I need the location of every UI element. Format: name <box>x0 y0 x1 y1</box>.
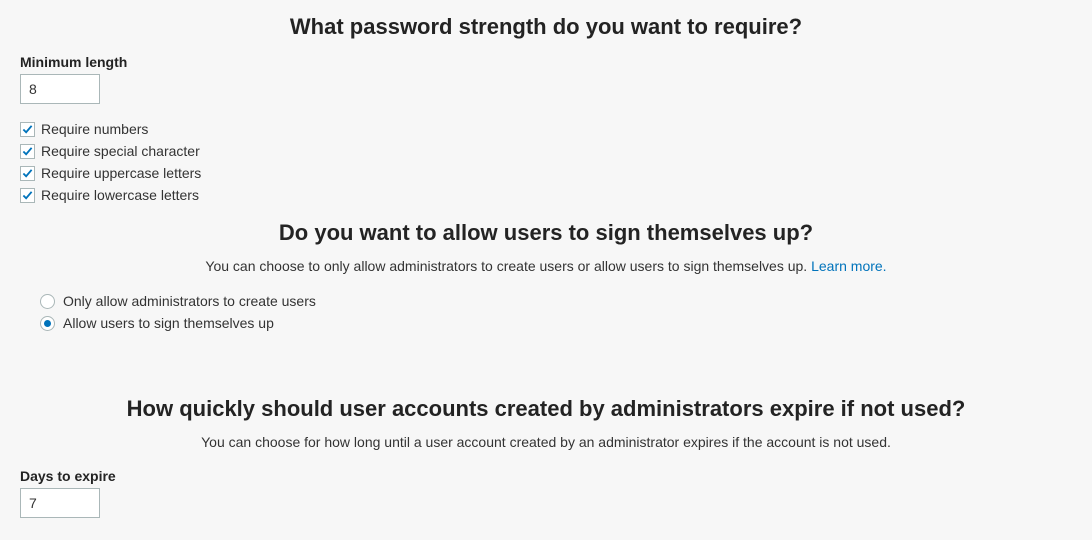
self-signup-row: Allow users to sign themselves up <box>40 312 1052 334</box>
check-icon <box>22 124 33 135</box>
signup-subtext: You can choose to only allow administrat… <box>0 256 1092 288</box>
require-special-label: Require special character <box>41 143 200 159</box>
require-lower-row: Require lowercase letters <box>20 184 1072 206</box>
self-signup-label: Allow users to sign themselves up <box>63 315 274 331</box>
check-icon <box>22 190 33 201</box>
require-numbers-checkbox[interactable] <box>20 122 35 137</box>
days-to-expire-input[interactable] <box>20 488 100 518</box>
require-upper-row: Require uppercase letters <box>20 162 1072 184</box>
signup-heading: Do you want to allow users to sign thems… <box>0 216 1092 256</box>
minimum-length-group: Minimum length <box>0 50 1092 114</box>
admin-only-label: Only allow administrators to create user… <box>63 293 316 309</box>
expire-subtext: You can choose for how long until a user… <box>0 432 1092 464</box>
minimum-length-input[interactable] <box>20 74 100 104</box>
password-strength-heading: What password strength do you want to re… <box>0 0 1092 50</box>
check-icon <box>22 168 33 179</box>
require-numbers-label: Require numbers <box>41 121 148 137</box>
require-special-row: Require special character <box>20 140 1072 162</box>
signup-subtext-body: You can choose to only allow administrat… <box>205 258 811 274</box>
admin-only-row: Only allow administrators to create user… <box>40 290 1052 312</box>
expire-heading: How quickly should user accounts created… <box>0 382 1092 432</box>
password-requirements-list: Require numbers Require special characte… <box>0 114 1092 216</box>
learn-more-link[interactable]: Learn more. <box>811 258 886 274</box>
require-upper-label: Require uppercase letters <box>41 165 201 181</box>
require-lower-label: Require lowercase letters <box>41 187 199 203</box>
days-to-expire-group: Days to expire <box>0 464 1092 528</box>
require-upper-checkbox[interactable] <box>20 166 35 181</box>
require-lower-checkbox[interactable] <box>20 188 35 203</box>
check-icon <box>22 146 33 157</box>
require-numbers-row: Require numbers <box>20 118 1072 140</box>
minimum-length-label: Minimum length <box>20 54 1072 70</box>
admin-only-radio[interactable] <box>40 294 55 309</box>
require-special-checkbox[interactable] <box>20 144 35 159</box>
self-signup-radio[interactable] <box>40 316 55 331</box>
days-to-expire-label: Days to expire <box>20 468 1072 484</box>
signup-radio-group: Only allow administrators to create user… <box>0 288 1092 352</box>
